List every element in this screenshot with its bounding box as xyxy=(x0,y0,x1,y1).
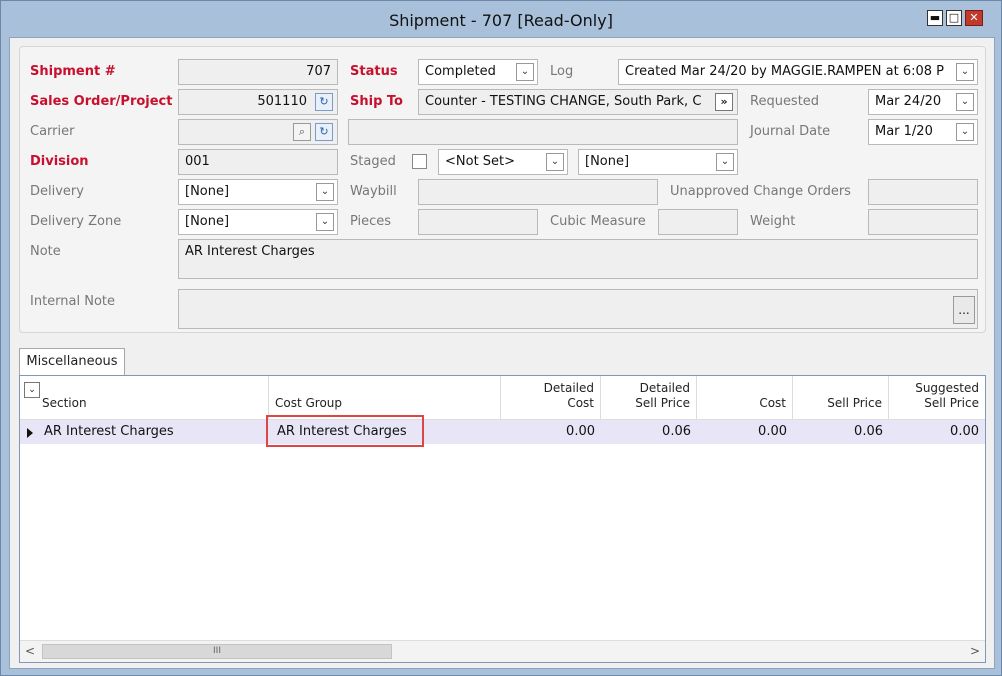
division-label: Division xyxy=(30,154,89,169)
log-select[interactable]: Created Mar 24/20 by MAGGIE.RAMPEN at 6:… xyxy=(618,59,978,85)
carrier-search-icon[interactable]: ⌕ xyxy=(293,123,311,141)
carrier-label: Carrier xyxy=(30,124,75,139)
delivery-zone-value: [None] xyxy=(185,214,230,229)
cell-detailed-sell-price[interactable]: 0.06 xyxy=(601,420,697,444)
column-header-detailed-cost[interactable]: Detailed Cost xyxy=(501,376,601,420)
sales-order-field[interactable]: 501110 ↻ xyxy=(178,89,338,115)
title-bar[interactable]: Shipment - 707 [Read-Only] ▬ □ ✕ xyxy=(1,1,1001,39)
ship-to-label: Ship To xyxy=(350,94,403,109)
pieces-field[interactable] xyxy=(418,209,538,235)
chevron-down-icon[interactable]: ⌄ xyxy=(956,123,974,141)
delivery-select[interactable]: [None] ⌄ xyxy=(178,179,338,205)
horizontal-scrollbar[interactable]: < III > xyxy=(20,640,985,662)
journal-date-value: Mar 1/20 xyxy=(875,124,933,139)
sales-order-lookup-icon[interactable]: ↻ xyxy=(315,93,333,111)
staged-checkbox[interactable] xyxy=(412,154,427,169)
carrier-field[interactable]: ⌕ ↻ xyxy=(178,119,338,145)
shipment-window: Shipment - 707 [Read-Only] ▬ □ ✕ Shipmen… xyxy=(0,0,1002,676)
staged-label: Staged xyxy=(350,154,396,169)
carrier-refresh-icon[interactable]: ↻ xyxy=(315,123,333,141)
cell-section[interactable]: AR Interest Charges xyxy=(38,420,269,444)
journal-date-select[interactable]: Mar 1/20 ⌄ xyxy=(868,119,978,145)
requested-value: Mar 24/20 xyxy=(875,94,942,109)
delivery-label: Delivery xyxy=(30,184,84,199)
division-field[interactable]: 001 xyxy=(178,149,338,175)
cost-grid: ⌄ Section Cost Group Detailed Cost Detai… xyxy=(19,375,986,663)
scroll-left-icon[interactable]: < xyxy=(20,641,40,662)
shipment-number-label: Shipment # xyxy=(30,64,116,79)
scrollbar-thumb[interactable]: III xyxy=(42,644,392,659)
cubic-measure-label: Cubic Measure xyxy=(550,214,646,229)
requested-date-select[interactable]: Mar 24/20 ⌄ xyxy=(868,89,978,115)
status-label: Status xyxy=(350,64,398,79)
staged-status-value: <Not Set> xyxy=(445,154,516,169)
window-title: Shipment - 707 [Read-Only] xyxy=(389,11,613,30)
window-client: Shipment # 707 Sales Order/Project 50111… xyxy=(9,37,995,669)
staged-location-select[interactable]: [None] ⌄ xyxy=(578,149,738,175)
log-label: Log xyxy=(550,64,574,79)
shipment-form-panel: Shipment # 707 Sales Order/Project 50111… xyxy=(19,46,986,333)
pieces-label: Pieces xyxy=(350,214,392,229)
sales-order-value: 501110 xyxy=(257,94,307,109)
column-header-cost-group[interactable]: Cost Group xyxy=(269,376,501,420)
column-header-section[interactable]: Section xyxy=(20,376,269,420)
chevron-down-icon[interactable]: ⌄ xyxy=(716,153,734,171)
requested-label: Requested xyxy=(750,94,820,109)
ship-to-address-field[interactable] xyxy=(348,119,738,145)
highlight-annotation-box xyxy=(266,415,424,447)
cell-sell-price[interactable]: 0.06 xyxy=(793,420,889,444)
column-header-detailed-sell-price[interactable]: Detailed Sell Price xyxy=(601,376,697,420)
minimize-button[interactable]: ▬ xyxy=(927,10,943,26)
ship-to-field[interactable]: Counter - TESTING CHANGE, South Park, C … xyxy=(418,89,738,115)
shipment-number-field[interactable]: 707 xyxy=(178,59,338,85)
chevron-down-icon[interactable]: ⌄ xyxy=(956,93,974,111)
internal-note-label: Internal Note xyxy=(30,294,116,309)
maximize-button[interactable]: □ xyxy=(946,10,962,26)
unapproved-change-orders-field[interactable] xyxy=(868,179,978,205)
column-header-sell-price[interactable]: Sell Price xyxy=(793,376,889,420)
internal-note-expand-button[interactable]: ... xyxy=(953,296,975,324)
weight-field[interactable] xyxy=(868,209,978,235)
sales-order-label: Sales Order/Project xyxy=(30,94,173,109)
note-label: Note xyxy=(30,244,61,259)
chevron-down-icon[interactable]: ⌄ xyxy=(316,183,334,201)
chevron-down-icon[interactable]: ⌄ xyxy=(316,213,334,231)
column-header-cost[interactable]: Cost xyxy=(697,376,793,420)
staged-location-value: [None] xyxy=(585,154,630,169)
row-selector-icon xyxy=(27,428,33,438)
weight-label: Weight xyxy=(750,214,796,229)
internal-note-field[interactable] xyxy=(178,289,978,329)
column-header-suggested-sell-price[interactable]: Suggested Sell Price xyxy=(889,376,985,420)
note-field[interactable]: AR Interest Charges xyxy=(178,239,978,279)
scroll-right-icon[interactable]: > xyxy=(965,641,985,662)
tab-miscellaneous[interactable]: Miscellaneous xyxy=(19,348,125,376)
journal-date-label: Journal Date xyxy=(750,124,831,139)
delivery-value: [None] xyxy=(185,184,230,199)
waybill-label: Waybill xyxy=(350,184,397,199)
table-row[interactable]: AR Interest Charges AR Interest Charges … xyxy=(20,420,985,444)
log-value: Created Mar 24/20 by MAGGIE.RAMPEN at 6:… xyxy=(625,64,945,79)
status-select[interactable]: Completed ⌄ xyxy=(418,59,538,85)
chevron-down-icon[interactable]: ⌄ xyxy=(956,63,974,81)
waybill-field[interactable] xyxy=(418,179,658,205)
status-value: Completed xyxy=(425,64,496,79)
grid-header: ⌄ Section Cost Group Detailed Cost Detai… xyxy=(20,376,985,420)
unapproved-change-orders-label: Unapproved Change Orders xyxy=(670,184,851,199)
chevron-down-icon[interactable]: ⌄ xyxy=(546,153,564,171)
delivery-zone-select[interactable]: [None] ⌄ xyxy=(178,209,338,235)
cubic-measure-field[interactable] xyxy=(658,209,738,235)
cell-suggested-sell-price[interactable]: 0.00 xyxy=(889,420,985,444)
delivery-zone-label: Delivery Zone xyxy=(30,214,122,229)
chevron-down-icon[interactable]: ⌄ xyxy=(516,63,534,81)
ship-to-value: Counter - TESTING CHANGE, South Park, C xyxy=(425,94,702,109)
close-button[interactable]: ✕ xyxy=(965,10,983,26)
fast-forward-icon[interactable]: » xyxy=(715,93,733,111)
cell-detailed-cost[interactable]: 0.00 xyxy=(501,420,601,444)
staged-status-select[interactable]: <Not Set> ⌄ xyxy=(438,149,568,175)
cell-cost[interactable]: 0.00 xyxy=(697,420,793,444)
